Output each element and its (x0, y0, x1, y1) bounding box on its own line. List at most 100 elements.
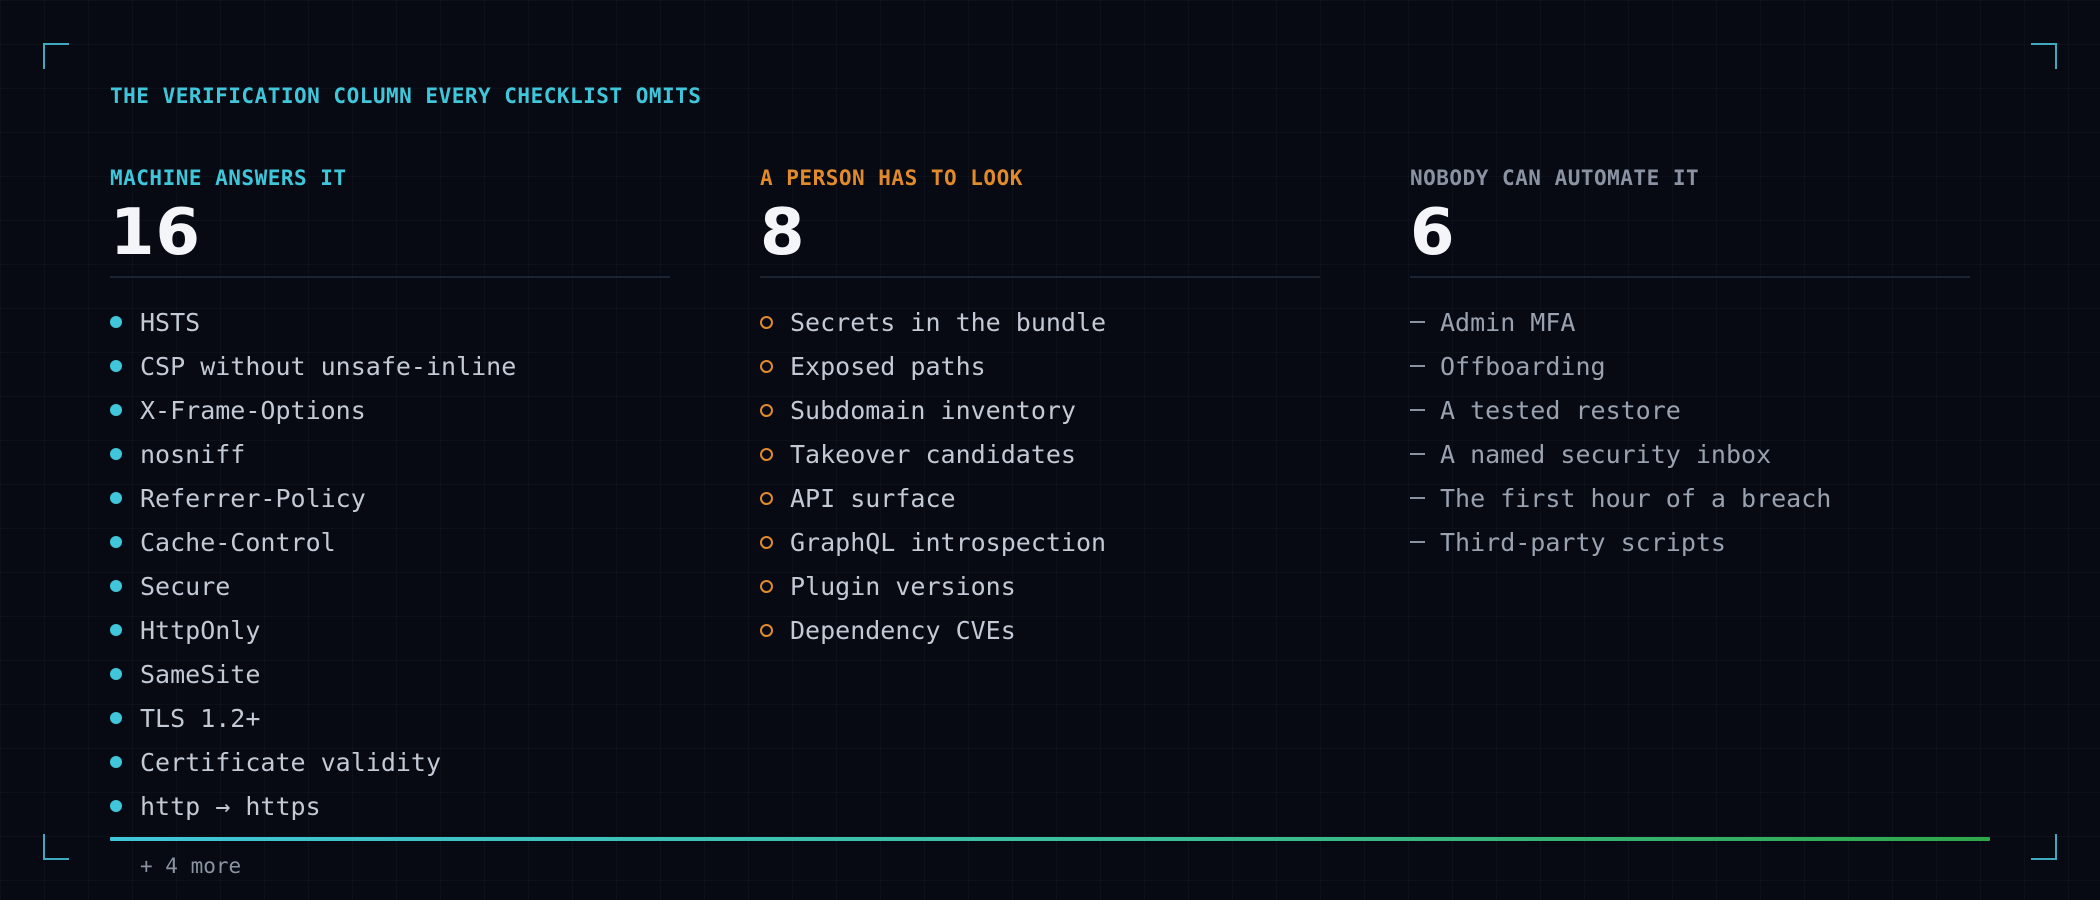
divider (760, 276, 1320, 278)
dash-icon (1410, 409, 1425, 411)
hollow-ring-icon (760, 359, 773, 373)
hollow-ring-icon (760, 535, 773, 549)
item-label: API surface (790, 483, 956, 513)
item-label: http → https (140, 791, 321, 821)
column-count: 8 (760, 196, 806, 270)
list-item: SameSite (110, 652, 670, 696)
item-label: Secrets in the bundle (790, 307, 1107, 337)
list-item: http → https (110, 784, 670, 828)
column-label: A PERSON HAS TO LOOK (760, 166, 1023, 190)
filled-dot-icon (110, 492, 122, 504)
list-item: Offboarding (1410, 344, 1970, 388)
item-label: GraphQL introspection (790, 527, 1107, 557)
filled-dot-icon (110, 448, 122, 460)
item-label: Takeover candidates (790, 439, 1076, 469)
column-manual: NOBODY CAN AUTOMATE IT 6 Admin MFA Offbo… (1410, 164, 1970, 564)
item-label: A tested restore (1440, 395, 1681, 425)
item-label: nosniff (140, 439, 246, 469)
list-item: GraphQL introspection (760, 520, 1320, 564)
item-label: Certificate validity (140, 747, 442, 777)
column-label: NOBODY CAN AUTOMATE IT (1410, 166, 1700, 190)
corner-bracket-top-left (43, 43, 69, 69)
filled-dot-icon (110, 800, 122, 812)
list-item: TLS 1.2+ (110, 696, 670, 740)
dash-icon (1410, 453, 1425, 455)
filled-dot-icon (110, 580, 122, 592)
dash-icon (1410, 321, 1425, 323)
item-list: HSTS CSP without unsafe-inline X-Frame-O… (110, 300, 670, 828)
hollow-ring-icon (760, 491, 773, 505)
list-item: API surface (760, 476, 1320, 520)
filled-dot-icon (110, 316, 122, 328)
list-item: Referrer-Policy (110, 476, 670, 520)
list-item: Takeover candidates (760, 432, 1320, 476)
progress-bar (110, 837, 1990, 841)
item-label: Secure (140, 571, 231, 601)
list-item: Subdomain inventory (760, 388, 1320, 432)
filled-dot-icon (110, 756, 122, 768)
item-label: SameSite (140, 659, 261, 689)
column-person: A PERSON HAS TO LOOK 8 Secrets in the bu… (760, 164, 1320, 652)
corner-bracket-bottom-right (2031, 834, 2057, 860)
divider (1410, 276, 1970, 278)
item-label: Cache-Control (140, 527, 336, 557)
divider (110, 276, 670, 278)
item-label: Admin MFA (1440, 307, 1576, 337)
dash-icon (1410, 365, 1425, 367)
item-label: Dependency CVEs (790, 615, 1016, 645)
list-item: Third-party scripts (1410, 520, 1970, 564)
column-machine: MACHINE ANSWERS IT 16 HSTS CSP without u… (110, 164, 670, 828)
list-item: The first hour of a breach (1410, 476, 1970, 520)
filled-dot-icon (110, 360, 122, 372)
filled-dot-icon (110, 404, 122, 416)
column-count: 16 (110, 196, 202, 270)
list-item: A named security inbox (1410, 432, 1970, 476)
item-list: Secrets in the bundle Exposed paths Subd… (760, 300, 1320, 652)
list-item: Plugin versions (760, 564, 1320, 608)
item-label: HttpOnly (140, 615, 261, 645)
list-item: HttpOnly (110, 608, 670, 652)
item-label: Offboarding (1440, 351, 1606, 381)
list-item: Secure (110, 564, 670, 608)
more-items-label: + 4 more (140, 854, 242, 878)
list-item: A tested restore (1410, 388, 1970, 432)
hollow-ring-icon (760, 403, 773, 417)
filled-dot-icon (110, 712, 122, 724)
list-item: HSTS (110, 300, 670, 344)
item-label: A named security inbox (1440, 439, 1772, 469)
hollow-ring-icon (760, 623, 773, 637)
filled-dot-icon (110, 624, 122, 636)
hollow-ring-icon (760, 447, 773, 461)
list-item: Secrets in the bundle (760, 300, 1320, 344)
item-label: Referrer-Policy (140, 483, 366, 513)
list-item: X-Frame-Options (110, 388, 670, 432)
list-item: Dependency CVEs (760, 608, 1320, 652)
column-label: MACHINE ANSWERS IT (110, 166, 347, 190)
item-label: Exposed paths (790, 351, 986, 381)
filled-dot-icon (110, 536, 122, 548)
corner-bracket-top-right (2031, 43, 2057, 69)
filled-dot-icon (110, 668, 122, 680)
item-list: Admin MFA Offboarding A tested restore A… (1410, 300, 1970, 564)
list-item: Exposed paths (760, 344, 1320, 388)
list-item: CSP without unsafe-inline (110, 344, 670, 388)
list-item: Admin MFA (1410, 300, 1970, 344)
item-label: CSP without unsafe-inline (140, 351, 517, 381)
corner-bracket-bottom-left (43, 834, 69, 860)
hollow-ring-icon (760, 315, 773, 329)
item-label: Third-party scripts (1440, 527, 1726, 557)
list-item: nosniff (110, 432, 670, 476)
dash-icon (1410, 541, 1425, 543)
item-label: X-Frame-Options (140, 395, 366, 425)
item-label: Plugin versions (790, 571, 1016, 601)
list-item: Cache-Control (110, 520, 670, 564)
item-label: HSTS (140, 307, 201, 337)
hollow-ring-icon (760, 579, 773, 593)
item-label: The first hour of a breach (1440, 483, 1832, 513)
page-title: THE VERIFICATION COLUMN EVERY CHECKLIST … (110, 84, 702, 108)
dash-icon (1410, 497, 1425, 499)
item-label: Subdomain inventory (790, 395, 1076, 425)
column-count: 6 (1410, 196, 1456, 270)
item-label: TLS 1.2+ (140, 703, 261, 733)
list-item: Certificate validity (110, 740, 670, 784)
